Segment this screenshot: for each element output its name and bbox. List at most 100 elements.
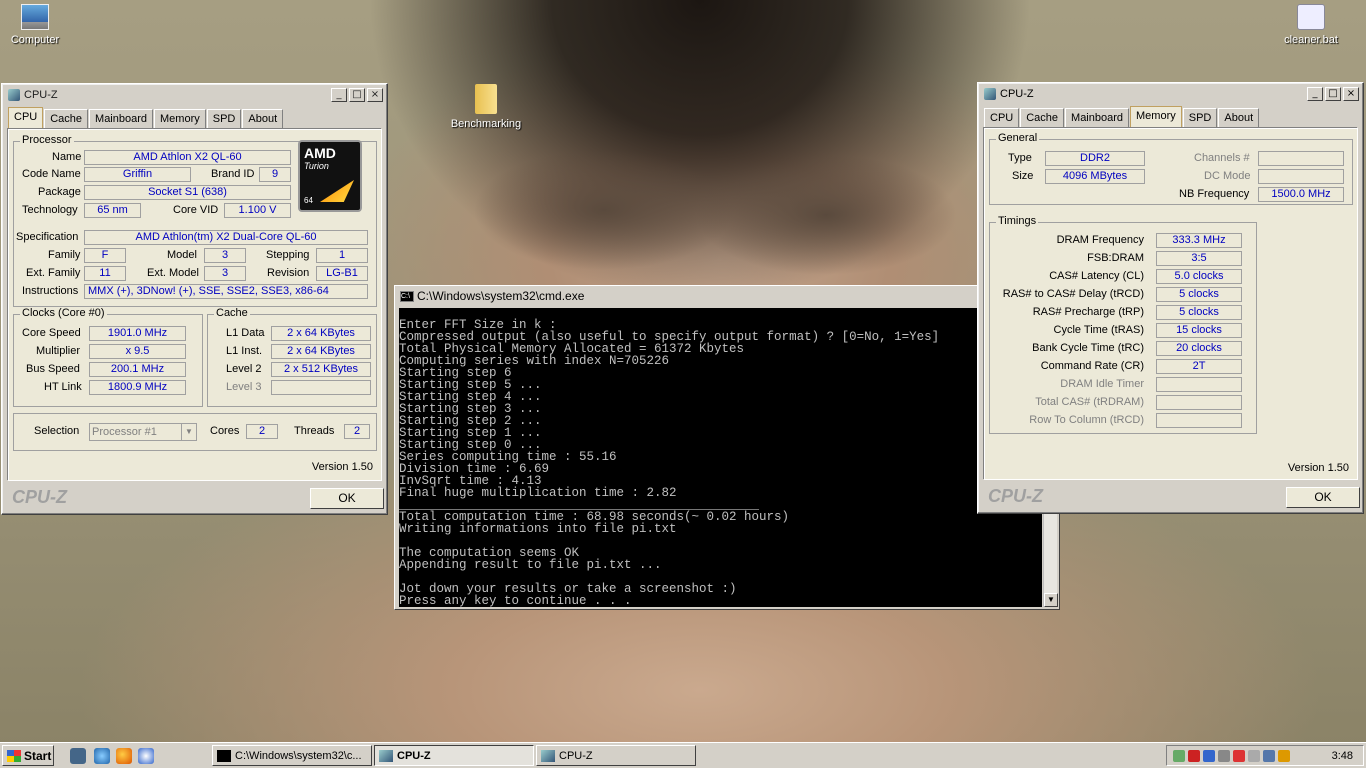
computer-icon [21, 4, 49, 30]
ok-button[interactable]: OK [1286, 487, 1360, 508]
specification: AMD Athlon(tm) X2 Dual-Core QL-60 [84, 230, 368, 245]
cpuz-left-titlebar[interactable]: CPU-Z _ □ × [4, 86, 385, 104]
tab-mainboard[interactable]: Mainboard [1065, 108, 1130, 128]
scroll-down-icon[interactable]: ▼ [1044, 593, 1058, 607]
desktop-icon-benchmarking[interactable]: Benchmarking [446, 84, 526, 130]
minimize-button[interactable]: _ [1307, 87, 1323, 101]
general-group: General Type DDR2 Channels # Size 4096 M… [989, 132, 1353, 205]
taskbar-button-cpuz-1[interactable]: CPU-Z [374, 745, 534, 766]
tab-about[interactable]: About [242, 109, 284, 129]
desktop-icon-computer[interactable]: Computer [0, 4, 75, 46]
technology: 65 nm [84, 203, 141, 218]
start-button[interactable]: Start [2, 745, 54, 766]
tab-cpu[interactable]: CPU [8, 107, 44, 129]
desktop-icon-cleaner[interactable]: cleaner.bat [1271, 4, 1351, 46]
cpuz-app-icon [379, 749, 393, 762]
instructions: MMX (+), 3DNow! (+), SSE, SSE2, SSE3, x8… [84, 284, 368, 299]
revision: LG-B1 [316, 266, 368, 281]
version-label: Version 1.50 [311, 461, 373, 473]
taskbar-button-cpuz-2[interactable]: CPU-Z [536, 745, 696, 766]
bus-speed: 200.1 MHz [89, 362, 186, 377]
system-tray: 3:48 [1166, 745, 1364, 766]
core-speed: 1901.0 MHz [89, 326, 186, 341]
close-button[interactable]: × [1343, 87, 1359, 101]
tab-cache[interactable]: Cache [44, 109, 89, 129]
chevron-down-icon[interactable]: ▼ [181, 424, 196, 440]
internet-explorer-icon[interactable] [94, 748, 110, 764]
tab-memory[interactable]: Memory [154, 109, 206, 129]
level-3 [271, 380, 371, 395]
taskbar: Start C:\Windows\system32\c... CPU-Z CPU… [0, 742, 1366, 768]
stepping: 1 [316, 248, 368, 263]
turion-arrow-icon [320, 180, 354, 202]
taskbar-button-cmd[interactable]: C:\Windows\system32\c... [212, 745, 372, 766]
close-button[interactable]: × [367, 88, 383, 102]
cpuz-window-cpu: CPU-Z _ □ × CPU Cache Mainboard Memory S… [1, 83, 388, 515]
tab-spd[interactable]: SPD [206, 109, 242, 129]
console-output[interactable]: Enter FFT Size in k : Compressed output (… [399, 308, 1042, 607]
timing-value: 3:5 [1156, 251, 1242, 266]
memory-size: 4096 MBytes [1045, 169, 1145, 184]
version-label: Version 1.50 [1287, 462, 1349, 474]
security-icon[interactable] [1203, 749, 1215, 762]
timing-value: 5.0 clocks [1156, 269, 1242, 284]
tab-about[interactable]: About [1218, 108, 1260, 128]
l1-data: 2 x 64 KBytes [271, 326, 371, 341]
code-name: Griffin [84, 167, 191, 182]
media-player-icon[interactable] [138, 748, 154, 764]
tab-mainboard[interactable]: Mainboard [89, 109, 154, 129]
timing-label: DRAM Frequency [1056, 234, 1144, 246]
firefox-icon[interactable] [116, 748, 132, 764]
clocks-group: Clocks (Core #0) Core Speed 1901.0 MHz M… [13, 307, 203, 407]
cpuz-right-titlebar[interactable]: CPU-Z _ □ × [980, 85, 1361, 103]
nb-frequency: 1500.0 MHz [1258, 187, 1344, 202]
cpuz-app-icon [8, 89, 20, 101]
timing-label: Command Rate (CR) [1040, 360, 1144, 372]
processor-group: Processor Name AMD Athlon X2 QL-60 Code … [13, 134, 377, 307]
tab-cpu[interactable]: CPU [984, 108, 1020, 128]
antivirus-icon[interactable] [1233, 749, 1245, 762]
cpuz-brand: CPU-Z [12, 487, 67, 507]
windows-flag-icon [7, 749, 21, 762]
ati-icon[interactable] [1188, 749, 1200, 762]
power-icon[interactable] [1278, 749, 1290, 762]
timing-label: DRAM Idle Timer [1060, 378, 1144, 390]
tab-cache[interactable]: Cache [1020, 108, 1065, 128]
console-line: Writing informations into file pi.txt [399, 522, 677, 536]
usb-icon[interactable] [1248, 749, 1260, 762]
ht-link: 1800.9 MHz [89, 380, 186, 395]
tab-spd[interactable]: SPD [1182, 108, 1218, 128]
network-icon[interactable] [1173, 749, 1185, 762]
volume-icon[interactable] [1218, 749, 1230, 762]
timing-label: Bank Cycle Time (tRC) [1032, 342, 1144, 354]
level-2: 2 x 512 KBytes [271, 362, 371, 377]
display-icon[interactable] [1263, 749, 1275, 762]
minimize-button[interactable]: _ [331, 88, 347, 102]
timing-label: Row To Column (tRCD) [1029, 414, 1144, 426]
ext-family: 11 [84, 266, 126, 281]
model: 3 [204, 248, 246, 263]
maximize-button[interactable]: □ [349, 88, 365, 102]
console-icon [217, 749, 231, 762]
threads-count: 2 [344, 424, 370, 439]
processor-select[interactable]: Processor #1 ▼ [89, 423, 197, 441]
tab-memory[interactable]: Memory [1130, 106, 1182, 128]
cmd-titlebar[interactable]: C:\ C:\Windows\system32\cmd.exe [396, 287, 1058, 305]
timing-label: FSB:DRAM [1087, 252, 1144, 264]
timing-label: CAS# Latency (CL) [1049, 270, 1144, 282]
ext-model: 3 [204, 266, 246, 281]
console-icon: C:\ [400, 290, 414, 302]
batch-file-icon [1297, 4, 1325, 30]
timings-group: Timings DRAM Frequency 333.3 MHz FSB:DRAM 3… [989, 215, 1257, 434]
show-desktop-icon[interactable] [70, 748, 86, 764]
timing-label: Cycle Time (tRAS) [1053, 324, 1144, 336]
brand-id: 9 [259, 167, 291, 182]
maximize-button[interactable]: □ [1325, 87, 1341, 101]
folder-icon [475, 84, 497, 114]
cpu-tab-panel: Processor Name AMD Athlon X2 QL-60 Code … [8, 129, 382, 481]
console-line: Appending result to file pi.txt ... [399, 558, 662, 572]
timing-value: 333.3 MHz [1156, 233, 1242, 248]
ok-button[interactable]: OK [310, 488, 384, 509]
package: Socket S1 (638) [84, 185, 291, 200]
timing-value [1156, 377, 1242, 392]
